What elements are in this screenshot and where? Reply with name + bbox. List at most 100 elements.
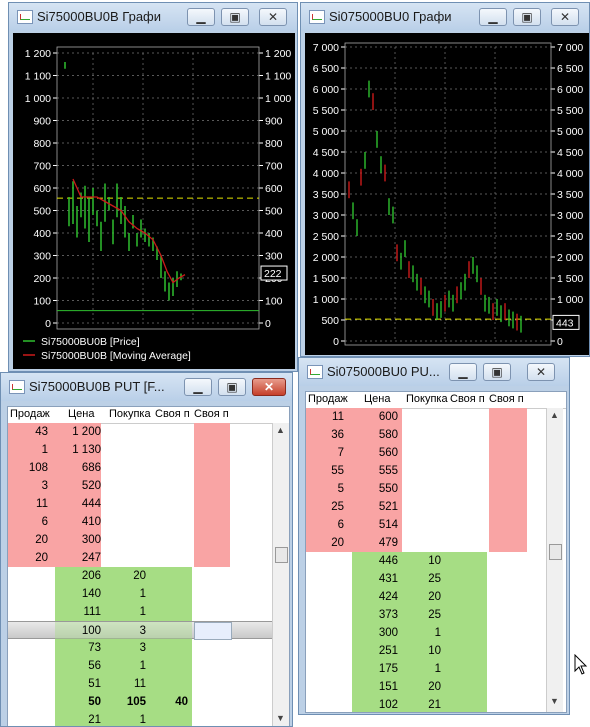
bid-row[interactable]: 373 25	[306, 606, 546, 624]
table-cell[interactable]: 555	[356, 462, 398, 480]
maximize-button[interactable]: ▣	[221, 8, 249, 26]
close-button[interactable]: ✕	[259, 8, 287, 26]
bid-row[interactable]: 151 20	[306, 678, 546, 696]
close-button[interactable]: ✕	[551, 8, 579, 26]
table-cell[interactable]: 11	[8, 495, 48, 513]
minimize-button[interactable]: ▁	[449, 363, 477, 381]
table-cell[interactable]: 247	[58, 549, 101, 567]
col-header-own-1[interactable]: Своя п	[155, 408, 193, 420]
table-cell[interactable]: 520	[58, 477, 101, 495]
table-cell[interactable]: 20	[8, 549, 48, 567]
chart-window-1[interactable]: Si75000BU0B Графи ▁ ▣ ✕ 1 200 1 200 1 100 1…	[8, 2, 298, 372]
table-cell[interactable]: 479	[356, 534, 398, 552]
col-header-own-1[interactable]: Своя п	[450, 393, 488, 405]
col-header-sell[interactable]: Продаж	[308, 393, 354, 405]
book1-titlebar[interactable]: Si75000BU0B PUT [F... ▁ ▣ ✕	[1, 373, 292, 401]
ask-row[interactable]: 3 520	[8, 477, 272, 495]
table-cell[interactable]: 43	[8, 423, 48, 441]
table-cell[interactable]: 206	[58, 567, 101, 585]
ask-row[interactable]: 55 555	[306, 462, 546, 480]
table-cell[interactable]: 50	[58, 693, 101, 711]
book2-table[interactable]: Продаж Цена Покупка Своя п Своя п 11 600 3…	[305, 391, 567, 713]
scroll-up-arrow-icon[interactable]: ▲	[276, 425, 285, 435]
selected-cell[interactable]	[194, 622, 232, 640]
scroll-down-arrow-icon[interactable]: ▼	[550, 696, 559, 706]
table-cell[interactable]: 25	[404, 606, 441, 624]
table-cell[interactable]: 111	[58, 603, 101, 621]
col-header-own-2[interactable]: Своя п	[194, 408, 230, 420]
table-cell[interactable]: 11	[306, 408, 344, 426]
table-cell[interactable]: 40	[153, 693, 188, 711]
minimize-button[interactable]: ▁	[479, 8, 507, 26]
scroll-down-arrow-icon[interactable]: ▼	[276, 713, 285, 723]
minimize-button[interactable]: ▁	[187, 8, 215, 26]
table-cell[interactable]: 20	[404, 588, 441, 606]
col-header-price[interactable]: Цена	[364, 393, 402, 405]
book2-titlebar[interactable]: Si075000BU0 PU... ▁ ▣ ✕	[299, 358, 569, 386]
table-cell[interactable]: 521	[356, 498, 398, 516]
table-cell[interactable]: 36	[306, 426, 344, 444]
table-cell[interactable]: 514	[356, 516, 398, 534]
ask-row[interactable]: 7 560	[306, 444, 546, 462]
table-cell[interactable]: 140	[58, 585, 101, 603]
table-cell[interactable]: 1	[108, 657, 146, 675]
ask-row[interactable]: 20 479	[306, 534, 546, 552]
table-cell[interactable]: 55	[306, 462, 344, 480]
minimize-button[interactable]: ▁	[184, 378, 212, 396]
col-header-price[interactable]: Цена	[68, 408, 108, 420]
table-cell[interactable]: 6	[306, 516, 344, 534]
bid-row[interactable]: 140 1	[8, 585, 272, 603]
table-cell[interactable]: 251	[356, 642, 398, 660]
bid-row[interactable]: 206 20	[8, 567, 272, 585]
book2-scrollbar[interactable]: ▲ ▼	[546, 408, 563, 712]
table-cell[interactable]: 100	[58, 622, 101, 640]
table-cell[interactable]: 7	[306, 444, 344, 462]
ask-row[interactable]: 6 410	[8, 513, 272, 531]
close-button[interactable]: ✕	[252, 378, 286, 396]
bid-row[interactable]: 73 3	[8, 639, 272, 657]
maximize-button[interactable]: ▣	[513, 8, 541, 26]
scroll-thumb[interactable]	[275, 547, 288, 563]
table-cell[interactable]: 373	[356, 606, 398, 624]
bid-row[interactable]: 431 25	[306, 570, 546, 588]
ask-row[interactable]: 1 1 130	[8, 441, 272, 459]
maximize-button[interactable]: ▣	[483, 363, 511, 381]
ask-row[interactable]: 108 686	[8, 459, 272, 477]
table-cell[interactable]: 446	[356, 552, 398, 570]
ask-row[interactable]: 20 300	[8, 531, 272, 549]
table-cell[interactable]: 300	[356, 624, 398, 642]
ask-row[interactable]: 20 247	[8, 549, 272, 567]
bid-row[interactable]: 21 1	[8, 711, 272, 726]
table-cell[interactable]: 151	[356, 678, 398, 696]
table-cell[interactable]: 1 130	[58, 441, 101, 459]
orderbook-window-1[interactable]: Si75000BU0B PUT [F... ▁ ▣ ✕ Продаж Цена …	[0, 372, 293, 727]
table-cell[interactable]: 1	[108, 585, 146, 603]
table-cell[interactable]: 1	[108, 603, 146, 621]
col-header-own-2[interactable]: Своя п	[489, 393, 527, 405]
table-cell[interactable]: 108	[8, 459, 48, 477]
table-cell[interactable]: 3	[108, 622, 146, 640]
chart1-titlebar[interactable]: Si75000BU0B Графи ▁ ▣ ✕	[9, 3, 297, 31]
table-cell[interactable]: 10	[404, 552, 441, 570]
bid-row[interactable]: 175 1	[306, 660, 546, 678]
bid-row[interactable]: 56 1	[8, 657, 272, 675]
book1-table[interactable]: Продаж Цена Покупка Своя п Своя п 43 1 20…	[7, 406, 290, 726]
ask-row[interactable]: 11 444	[8, 495, 272, 513]
bid-row[interactable]: 446 10	[306, 552, 546, 570]
ask-row[interactable]: 5 550	[306, 480, 546, 498]
book1-scrollbar[interactable]: ▲ ▼	[272, 423, 289, 726]
chart-window-2[interactable]: Si075000BU0 Графи ▁ ▣ ✕ 7 000 7 000 6 500 6…	[300, 2, 590, 357]
scroll-thumb[interactable]	[549, 544, 562, 560]
table-cell[interactable]: 25	[404, 570, 441, 588]
table-cell[interactable]: 300	[58, 531, 101, 549]
table-cell[interactable]: 3	[8, 477, 48, 495]
chart1-plot-area[interactable]: 1 200 1 200 1 100 1 100 1 000 1 000 900 900 800 8…	[13, 33, 295, 369]
table-cell[interactable]: 1	[404, 624, 441, 642]
bid-row[interactable]: 251 10	[306, 642, 546, 660]
table-cell[interactable]: 431	[356, 570, 398, 588]
bid-row[interactable]: 50 105 40	[8, 693, 272, 711]
table-cell[interactable]: 20	[108, 567, 146, 585]
table-cell[interactable]: 424	[356, 588, 398, 606]
table-cell[interactable]: 25	[306, 498, 344, 516]
table-cell[interactable]: 10	[404, 642, 441, 660]
